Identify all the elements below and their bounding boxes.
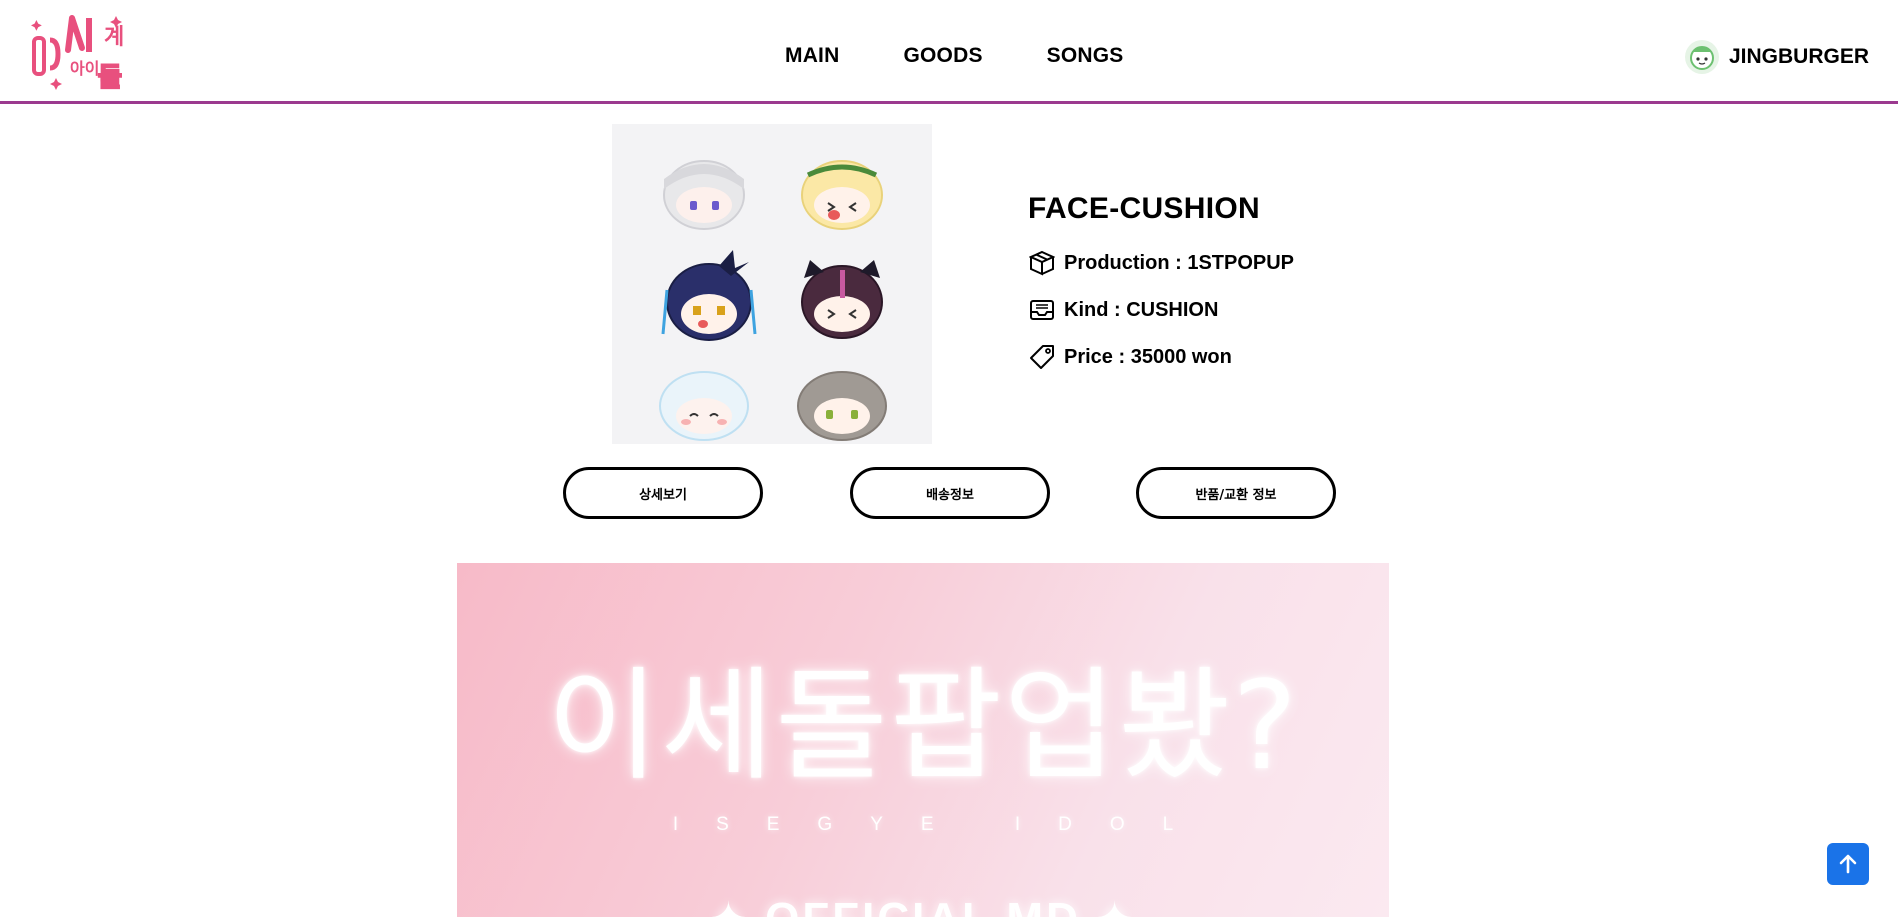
user-profile[interactable]: JINGBURGER [1684, 40, 1869, 74]
user-avatar-icon [1684, 40, 1719, 74]
price-row: Price : 35000 won [1028, 342, 1294, 372]
banner-subline: ISEGYE IDOL [672, 814, 1212, 835]
site-logo[interactable]: 계 아이 돌 [28, 12, 132, 96]
logo-graphic: 계 아이 돌 [31, 15, 124, 94]
nav-goods[interactable]: GOODS [903, 44, 982, 68]
svg-text:계: 계 [104, 25, 124, 50]
banner-official-md: ✦ OFFICIAL MD ✦ [457, 893, 1389, 917]
price-text: Price : 35000 won [1064, 345, 1232, 368]
return-exchange-button[interactable]: 반품/교환 정보 [1136, 467, 1336, 519]
product-info: FACE-CUSHION Production : 1STPOPUP Kind … [1028, 192, 1294, 389]
main-nav: MAIN GOODS SONGS [785, 44, 1124, 68]
nav-songs[interactable]: SONGS [1047, 44, 1124, 68]
production-text: Production : 1STPOPUP [1064, 251, 1295, 274]
tray-icon [1028, 296, 1056, 324]
arrow-up-icon [1839, 854, 1857, 874]
svg-text:아이: 아이 [70, 59, 99, 78]
kind-row: Kind : CUSHION [1028, 295, 1294, 325]
popup-banner: 이세돌팝업봤? ISEGYE IDOL ✦ OFFICIAL MD ✦ [457, 563, 1389, 917]
user-name: JINGBURGER [1728, 45, 1869, 68]
product-title: FACE-CUSHION [1028, 192, 1260, 225]
price-tag-icon [1028, 343, 1056, 371]
kind-text: Kind : CUSHION [1064, 298, 1219, 321]
product-image [612, 124, 932, 444]
top-header: 계 아이 돌 MAIN GOODS SONGS JINGBURGER [0, 0, 1898, 104]
box-icon [1028, 249, 1056, 277]
nav-main[interactable]: MAIN [785, 44, 839, 68]
face-cushion-illustration [659, 160, 887, 441]
banner-headline: 이세돌팝업봤? [546, 655, 1300, 797]
shipping-info-button[interactable]: 배송정보 [850, 467, 1050, 519]
detail-button[interactable]: 상세보기 [563, 467, 763, 519]
production-row: Production : 1STPOPUP [1028, 248, 1294, 278]
scroll-to-top-button[interactable] [1827, 843, 1869, 885]
svg-text:돌: 돌 [98, 63, 122, 93]
